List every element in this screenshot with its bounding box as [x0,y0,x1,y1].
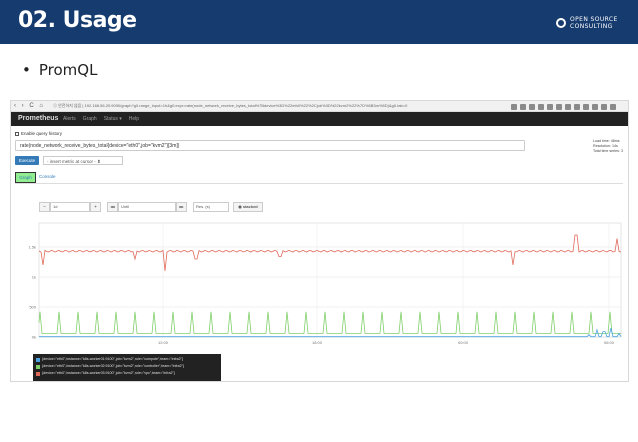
tab-divider [15,183,623,184]
series-line-worker02 [38,311,621,334]
prometheus-nav-links: Alerts Graph Status ▾ Help [63,116,139,122]
company-logo: OPEN SOURCE CONSULTING [556,16,626,34]
browser-extensions [511,104,623,110]
insert-metric-select[interactable]: - insert metric at cursor - ⬍ [43,156,123,165]
prometheus-screenshot: ‹ › C ⌂ ① 안전하지 않음 | 192.168.56.20:9090/g… [10,100,629,382]
legend-item[interactable]: {device="eth0",instance="k8s-worker01:91… [36,356,218,363]
extension-icon[interactable] [520,104,526,110]
logo-text: OPEN SOURCE CONSULTING [570,16,618,30]
legend-swatch [36,364,40,369]
series-line-worker03 [38,234,622,272]
slide-title: 02. Usage [18,8,137,33]
graph-legend: {device="eth0",instance="k8s-worker01:91… [33,354,221,381]
extension-icon[interactable] [547,104,553,110]
x-tick-label: 06:00 [604,340,615,345]
slide-header: 02. Usage OPEN SOURCE CONSULTING [0,0,638,44]
graph-chart[interactable]: 1.5k 1k 500 0k 12:00 18:00 00:00 06:00 [15,219,625,354]
prometheus-brand[interactable]: Prometheus [18,115,58,122]
x-tick-label: 00:00 [458,340,469,345]
time-forward-button[interactable]: ▸▸ [176,202,187,212]
y-tick-label: 1k [32,275,36,280]
expression-input[interactable]: rate(node_network_receive_bytes_total{de… [15,140,525,151]
legend-label: {device="eth0",instance="k8s-worker01:91… [42,357,184,361]
nav-status[interactable]: Status ▾ [104,116,122,122]
query-history-checkbox[interactable] [15,131,19,136]
extension-icon[interactable] [574,104,580,110]
stacked-toggle[interactable]: ◉ stacked [233,202,263,212]
extension-icon[interactable] [601,104,607,110]
bullet-dot: • [22,61,31,79]
x-tick-label: 12:00 [158,340,169,345]
plot-frame [38,222,622,338]
browser-toolbar: ‹ › C ⌂ ① 안전하지 않음 | 192.168.56.20:9090/g… [11,101,628,112]
browser-nav-buttons[interactable]: ‹ › C ⌂ [14,103,45,109]
nav-help[interactable]: Help [129,116,139,122]
extension-icon[interactable] [583,104,589,110]
extension-icon[interactable] [610,104,616,110]
y-tick-label: 500 [29,305,36,310]
bullet-text: PromQL [38,61,98,79]
extension-icon[interactable] [511,104,517,110]
nav-graph[interactable]: Graph [83,116,97,122]
range-increase-button[interactable]: + [90,202,101,212]
y-tick-label: 0k [32,335,36,340]
legend-label: {device="eth0",instance="k8s-worker02:91… [42,364,185,368]
query-stats: Load time: 48ms Resolution: 14s Total ti… [593,139,623,154]
tab-console[interactable]: Console [39,174,56,179]
extension-icon[interactable] [592,104,598,110]
resolution-input[interactable]: Res. (s) [193,202,229,212]
x-tick-label: 18:00 [312,340,323,345]
query-history-toggle[interactable]: Enable query history [15,131,62,136]
extension-icon[interactable] [565,104,571,110]
legend-swatch [36,357,40,362]
y-tick-label: 1.5k [28,245,36,250]
nav-alerts[interactable]: Alerts [63,116,76,122]
legend-item[interactable]: {device="eth0",instance="k8s-worker03:91… [36,370,218,377]
stat-series: Total time series: 3 [593,149,623,153]
query-history-label: Enable query history [21,131,63,136]
end-time-input[interactable]: Until [118,202,176,212]
logo-line-2: CONSULTING [570,23,613,30]
tab-graph[interactable]: Graph [15,172,36,183]
legend-label: {device="eth0",instance="k8s-worker03:91… [42,371,175,375]
execute-button[interactable]: Execute [15,156,39,165]
extension-icon[interactable] [529,104,535,110]
extension-icon[interactable] [556,104,562,110]
logo-mark-icon [556,18,566,28]
range-decrease-button[interactable]: − [39,202,50,212]
legend-item[interactable]: {device="eth0",instance="k8s-worker02:91… [36,363,218,370]
browser-address-bar[interactable]: ① 안전하지 않음 | 192.168.56.20:9090/graph?g0.… [53,103,503,110]
time-back-button[interactable]: ◂◂ [107,202,118,212]
logo-line-1: OPEN SOURCE [570,16,618,23]
series-line-worker01 [39,327,622,338]
extension-icon[interactable] [538,104,544,110]
bullet-promql: • PromQL [22,61,97,79]
range-input[interactable]: 1d [50,202,90,212]
prometheus-navbar: Prometheus Alerts Graph Status ▾ Help [11,112,628,126]
legend-swatch [36,371,40,376]
